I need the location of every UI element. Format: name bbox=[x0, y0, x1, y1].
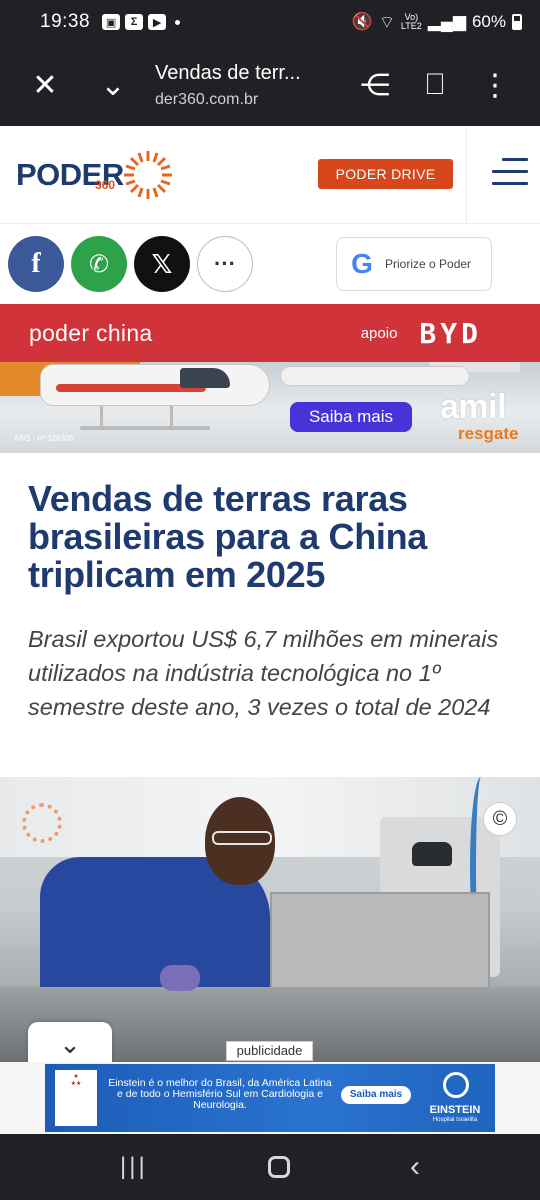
system-icons: 🔇 ⌔ Vo) LTE2 ▂▄▆ 60% bbox=[352, 12, 522, 33]
whatsapp-share-button[interactable]: ✆ bbox=[71, 236, 127, 292]
priorize-poder-button[interactable]: G Priorize o Poder bbox=[336, 237, 492, 291]
whatsapp-icon: ✆ bbox=[88, 250, 110, 278]
header-divider bbox=[466, 126, 467, 224]
ad-saiba-mais-button[interactable]: Saiba mais bbox=[290, 402, 412, 432]
copyright-icon[interactable]: © bbox=[483, 802, 517, 836]
tab-title: Vendas de terr... bbox=[155, 61, 301, 84]
more-icon: ··· bbox=[214, 251, 236, 276]
sun-logo-icon bbox=[123, 151, 172, 199]
ad-ans-number: ANS - nº 326305 bbox=[14, 434, 74, 443]
poder360-logo[interactable]: PODER 360 bbox=[16, 148, 174, 202]
einstein-ad-banner[interactable]: ★ ★★ Einstein é o melhor do Brasil, da Am… bbox=[45, 1064, 495, 1132]
gallery-icon: ▣ bbox=[102, 14, 121, 30]
photo-glove bbox=[160, 965, 200, 991]
ad-helicopter-strut bbox=[170, 406, 173, 428]
photo-lamp bbox=[412, 842, 452, 866]
share-row: f ✆ 𝕏 ··· G Priorize o Poder bbox=[0, 224, 540, 304]
more-options-icon[interactable]: ⋮ bbox=[465, 55, 525, 115]
amil-ad-banner[interactable]: ANS - nº 326305 Saiba mais amil resgate bbox=[0, 362, 540, 453]
browser-toolbar: ✕ ⌄ Vendas de terr... der360.com.br ⋲ ⎕ … bbox=[0, 44, 540, 126]
article-subheadline: Brasil exportou US$ 6,7 milhões em miner… bbox=[28, 626, 499, 720]
section-banner[interactable]: poder china apoio BYD bbox=[0, 304, 540, 362]
signal-icon: ▂▄▆ bbox=[427, 12, 466, 31]
back-icon[interactable]: ‹ bbox=[410, 1150, 420, 1184]
ad-plane-image bbox=[280, 366, 470, 386]
notification-icons: ▣ Σ ▶ bbox=[102, 14, 181, 30]
amil-logo-sub: resgate bbox=[458, 424, 519, 443]
sigma-icon: Σ bbox=[125, 14, 144, 30]
status-time: 19:38 bbox=[40, 11, 91, 32]
ad-award-badge: ★ ★★ bbox=[55, 1070, 97, 1126]
tab-url: der360.com.br bbox=[155, 90, 259, 108]
poder-drive-button[interactable]: PODER DRIVE bbox=[318, 159, 453, 189]
priorize-label: Priorize o Poder bbox=[385, 257, 472, 271]
wifi-icon: ⌔ bbox=[378, 12, 395, 32]
google-icon: G bbox=[351, 248, 373, 279]
battery-percent: 60% bbox=[471, 12, 506, 31]
section-title: poder china bbox=[29, 319, 153, 346]
einstein-logo-sub: Hospital Israelita bbox=[432, 1117, 478, 1123]
more-notifications-icon bbox=[175, 19, 181, 25]
photo-equipment bbox=[270, 892, 490, 992]
share-icon[interactable]: ⋲ bbox=[345, 55, 405, 115]
einstein-ad-text: Einstein é o melhor do Brasil, da Améric… bbox=[108, 1077, 332, 1111]
byd-logo: BYD bbox=[419, 316, 482, 350]
collapse-ad-button[interactable]: ⌄ bbox=[28, 1022, 112, 1066]
einstein-emblem-icon bbox=[443, 1072, 469, 1098]
screen: 19:38 ▣ Σ ▶ 🔇 ⌔ Vo) LTE2 ▂▄▆ 60% ✕ ⌄ Vend… bbox=[0, 0, 540, 1200]
page-info[interactable]: Vendas de terr... der360.com.br bbox=[155, 62, 325, 109]
photo-watermark-icon bbox=[22, 803, 62, 843]
home-icon[interactable] bbox=[267, 1156, 290, 1178]
mute-icon: 🔇 bbox=[351, 12, 373, 31]
chevron-down-icon[interactable]: ⌄ bbox=[83, 55, 143, 115]
amil-logo: amil bbox=[440, 388, 507, 426]
site-header: PODER 360 PODER DRIVE bbox=[0, 126, 540, 224]
bookmark-icon[interactable]: ⎕ bbox=[405, 55, 465, 115]
menu-icon[interactable] bbox=[492, 158, 528, 190]
more-share-button[interactable]: ··· bbox=[197, 236, 253, 292]
article-photo[interactable]: © bbox=[0, 777, 540, 1062]
facebook-share-button[interactable]: f bbox=[8, 236, 64, 292]
status-bar: 19:38 ▣ Σ ▶ 🔇 ⌔ Vo) LTE2 ▂▄▆ 60% bbox=[0, 0, 540, 44]
ad-label: publicidade bbox=[226, 1041, 313, 1061]
article-headline: Vendas de terras raras brasileiras para … bbox=[28, 478, 427, 595]
network-type: Vo) LTE2 bbox=[400, 12, 422, 31]
einstein-saiba-mais-button[interactable]: Saiba mais bbox=[341, 1086, 411, 1104]
x-icon: 𝕏 bbox=[151, 248, 173, 279]
sponsor-label: apoio bbox=[360, 324, 398, 342]
recents-icon[interactable]: ||| bbox=[120, 1153, 148, 1181]
battery-icon bbox=[512, 14, 522, 30]
ad-helicopter-window bbox=[180, 368, 230, 388]
facebook-icon: f bbox=[31, 248, 41, 279]
ad-helicopter-strut bbox=[100, 406, 103, 428]
einstein-logo: EINSTEIN bbox=[429, 1104, 481, 1116]
chevron-down-icon: ⌄ bbox=[59, 1029, 81, 1059]
ad-helicopter-skid bbox=[80, 426, 210, 430]
photo-glasses bbox=[212, 831, 272, 845]
x-share-button[interactable]: 𝕏 bbox=[134, 236, 190, 292]
system-nav-bar: ||| ‹ bbox=[0, 1134, 540, 1200]
close-tab-button[interactable]: ✕ bbox=[15, 55, 75, 115]
youtube-icon: ▶ bbox=[148, 14, 167, 30]
